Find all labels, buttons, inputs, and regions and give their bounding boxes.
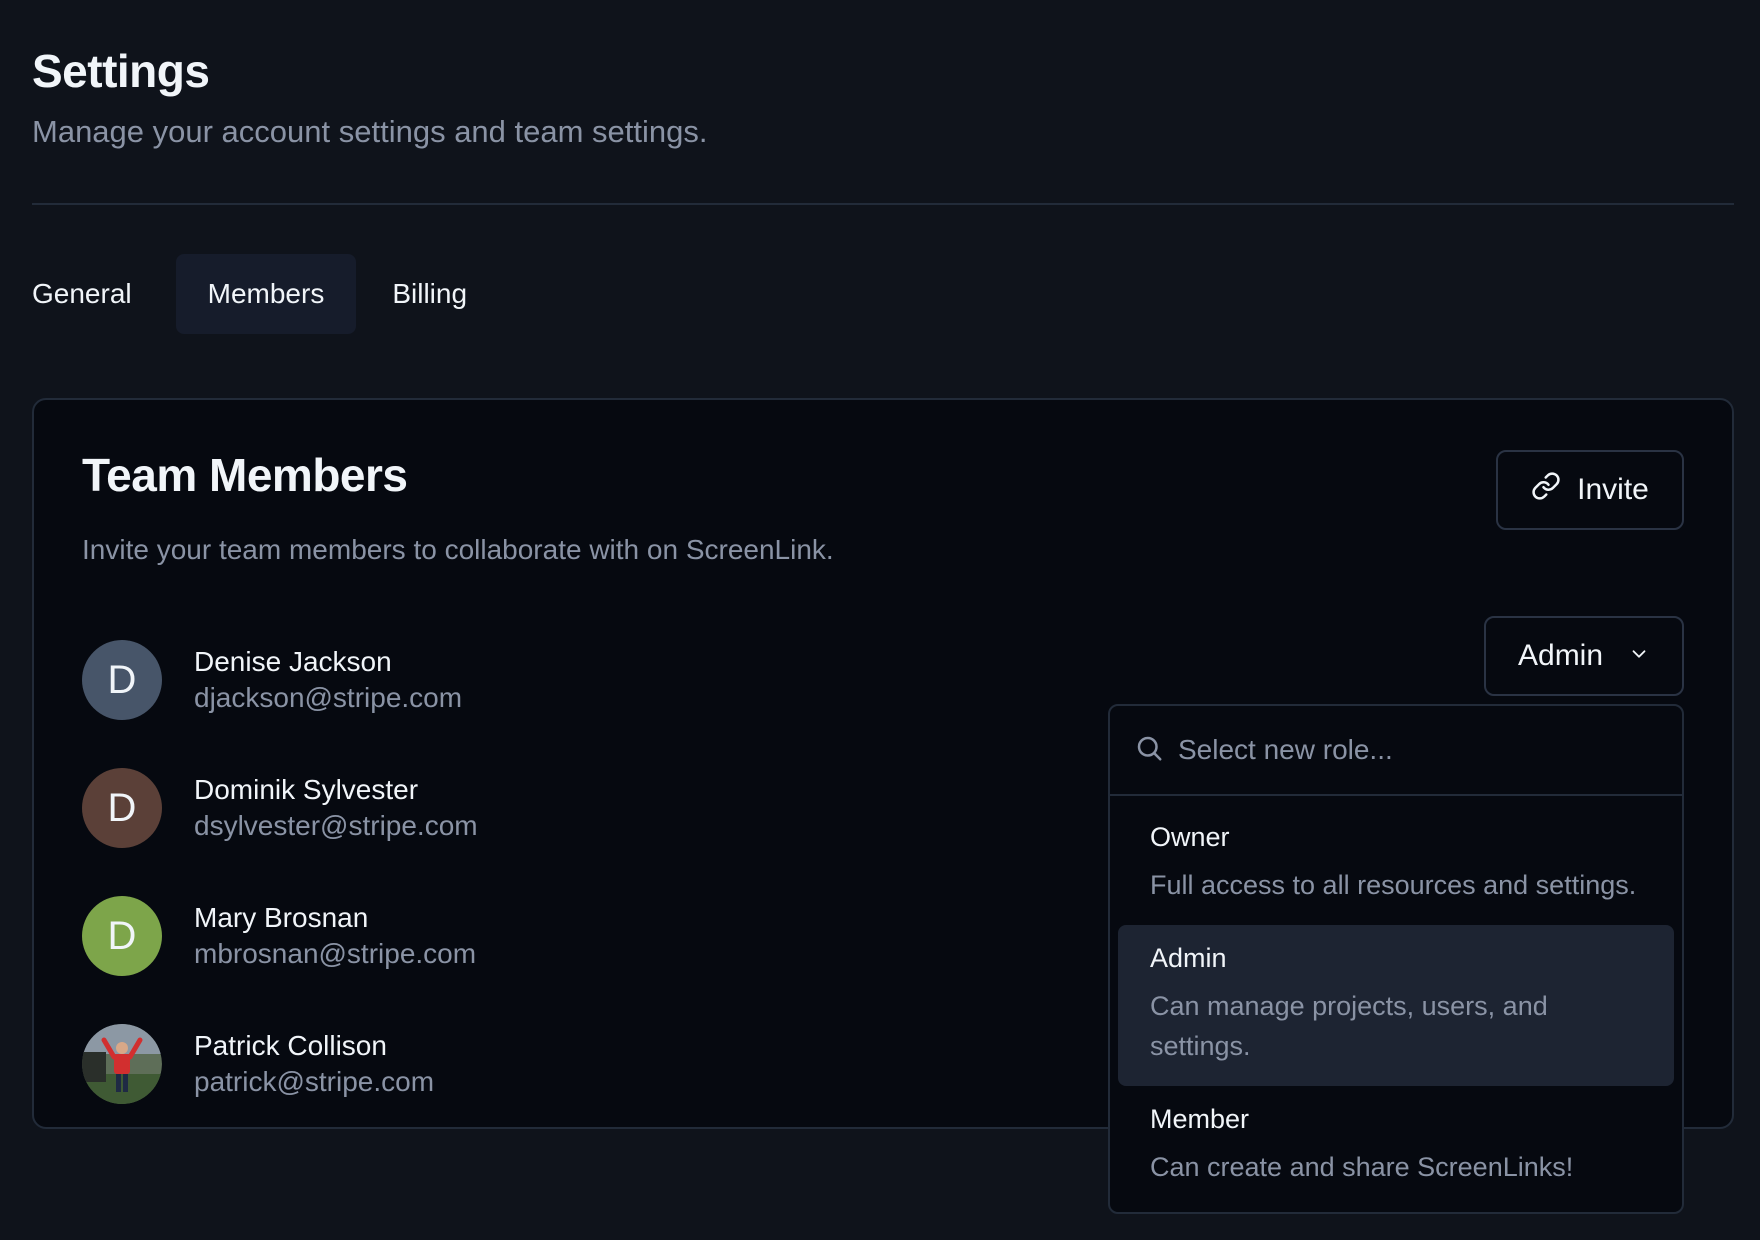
avatar-photo (82, 1024, 162, 1104)
role-select-value: Admin (1518, 639, 1604, 672)
role-list: Owner Full access to all resources and s… (1110, 796, 1682, 1212)
person-photo-icon (82, 1024, 162, 1104)
member-name: Dominik Sylvester (194, 774, 419, 805)
role-name: Admin (1150, 943, 1227, 973)
role-description: Can manage projects, users, and settings… (1150, 991, 1548, 1061)
tab-general[interactable]: General (12, 254, 152, 334)
member-email: mbrosnan@stripe.com (194, 938, 477, 969)
role-dropdown: Owner Full access to all resources and s… (1108, 704, 1684, 1214)
tab-billing[interactable]: Billing (372, 254, 487, 334)
role-name: Owner (1150, 822, 1230, 852)
invite-button[interactable]: Invite (1496, 450, 1684, 530)
tab-members[interactable]: Members (175, 254, 357, 334)
role-description: Can create and share ScreenLinks! (1150, 1152, 1574, 1182)
role-select[interactable]: Admin (1484, 616, 1684, 696)
member-row: D Dominik Sylvester dsylvester@stripe.co… (82, 744, 478, 872)
settings-tabs: General Members Billing (12, 254, 495, 334)
card-title: Team Members (82, 449, 408, 501)
member-row: Patrick Collison patrick@stripe.com (82, 1000, 478, 1128)
role-name: Member (1150, 1104, 1250, 1134)
header-divider (32, 203, 1734, 205)
member-name: Patrick Collison (194, 1030, 387, 1061)
settings-header: Settings Manage your account settings an… (32, 44, 708, 150)
chevron-down-icon (1628, 639, 1650, 673)
card-subtitle: Invite your team members to collaborate … (82, 534, 834, 565)
member-info: Patrick Collison patrick@stripe.com (194, 1030, 434, 1098)
invite-label: Invite (1577, 473, 1649, 506)
member-email: djackson@stripe.com (194, 682, 463, 713)
page-subtitle: Manage your account settings and team se… (32, 114, 708, 149)
settings-page: Settings Manage your account settings an… (0, 0, 1760, 1240)
role-option-admin[interactable]: Admin Can manage projects, users, and se… (1118, 925, 1674, 1086)
link-icon (1531, 471, 1561, 509)
member-name: Denise Jackson (194, 646, 392, 677)
member-info: Mary Brosnan mbrosnan@stripe.com (194, 902, 476, 970)
member-info: Dominik Sylvester dsylvester@stripe.com (194, 774, 478, 842)
member-row: D Denise Jackson djackson@stripe.com (82, 616, 478, 744)
role-search-input[interactable] (1178, 734, 1658, 766)
role-option-owner[interactable]: Owner Full access to all resources and s… (1118, 804, 1674, 925)
member-email: dsylvester@stripe.com (194, 810, 478, 841)
page-title: Settings (32, 45, 210, 97)
role-search (1110, 706, 1682, 796)
search-icon (1134, 733, 1164, 768)
role-option-member[interactable]: Member Can create and share ScreenLinks! (1118, 1086, 1674, 1207)
avatar: D (82, 768, 162, 848)
avatar: D (82, 640, 162, 720)
member-email: patrick@stripe.com (194, 1066, 435, 1097)
member-row: D Mary Brosnan mbrosnan@stripe.com (82, 872, 478, 1000)
role-description: Full access to all resources and setting… (1150, 870, 1637, 900)
member-info: Denise Jackson djackson@stripe.com (194, 646, 462, 714)
member-list: D Denise Jackson djackson@stripe.com D D… (82, 616, 478, 1128)
avatar: D (82, 896, 162, 976)
member-name: Mary Brosnan (194, 902, 369, 933)
